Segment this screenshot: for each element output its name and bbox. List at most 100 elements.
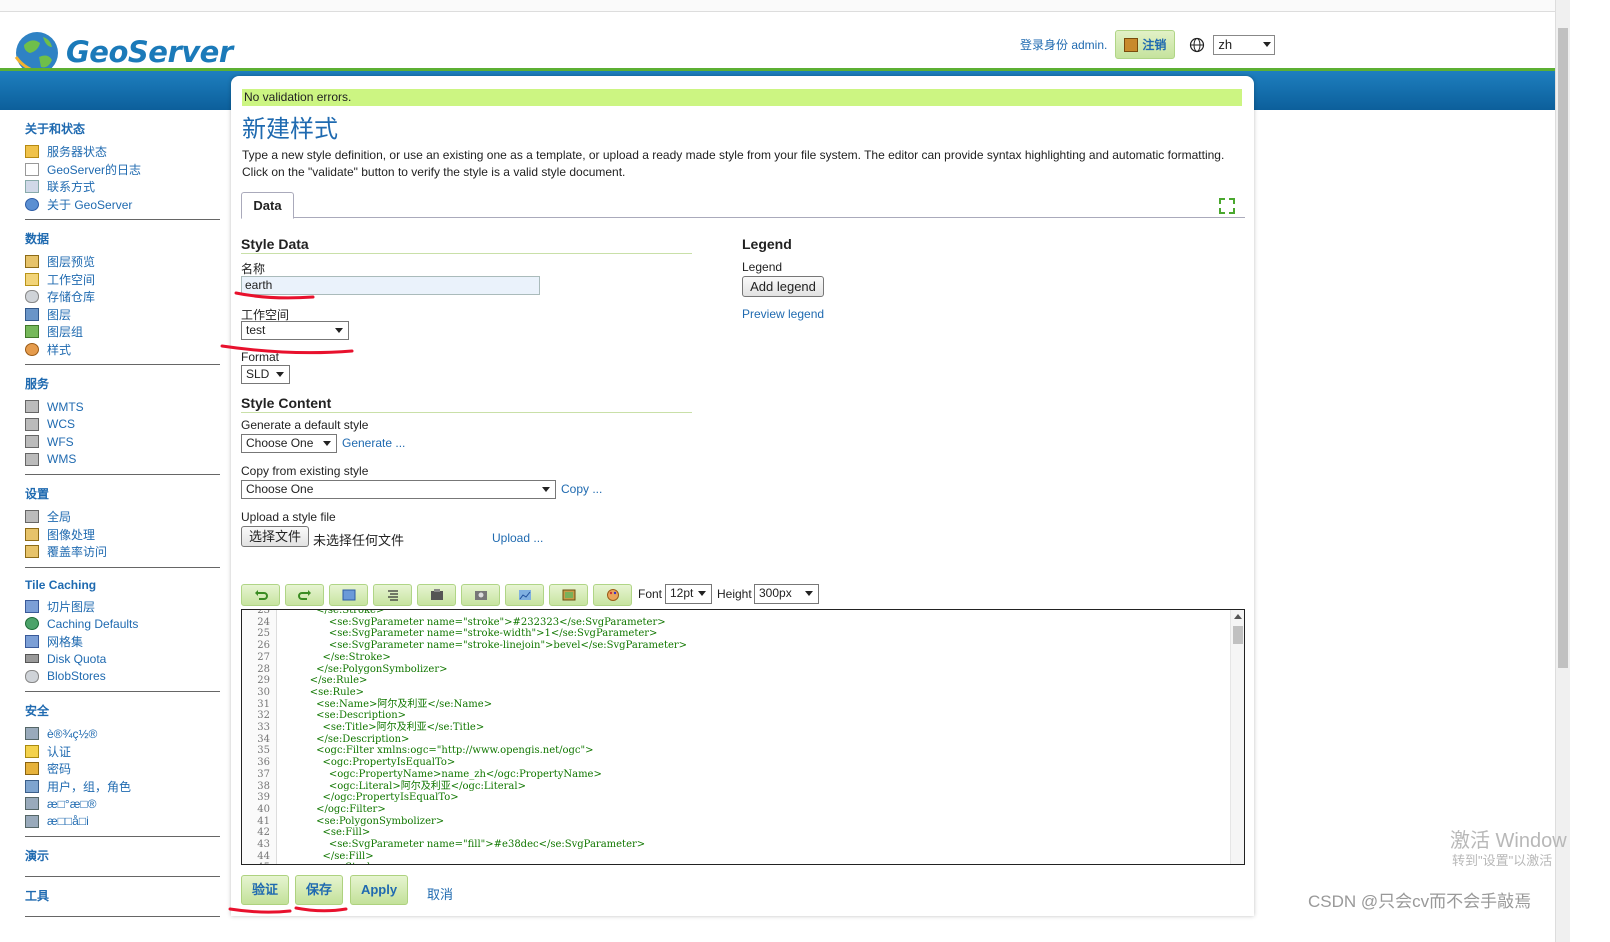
code-line: 24 <se:SvgParameter name="stroke">#23232… (242, 617, 665, 629)
sidebar-item-label: è®¾ç½® (47, 726, 98, 741)
sidebar-item-layer-preview[interactable]: 图层预览 (25, 253, 220, 271)
activation-watermark-subtitle: 转到"设置"以激活 (1452, 853, 1553, 868)
sidebar-item-global[interactable]: 全局 (25, 508, 220, 526)
sidebar-item-about[interactable]: 关于 GeoServer (25, 196, 220, 214)
sidebar-item-label: 网格集 (47, 634, 84, 649)
fullscreen-icon[interactable] (1219, 198, 1235, 214)
copy-style-select[interactable]: Choose One (241, 480, 556, 499)
scroll-up-icon[interactable] (1234, 614, 1242, 619)
code-text: <ogc:PropertyIsEqualTo> (278, 757, 456, 769)
line-number: 31 (257, 698, 270, 710)
goto-line-button[interactable] (329, 584, 368, 606)
lock-icon (25, 762, 39, 776)
sidebar-item-image-processing[interactable]: 图像处理 (25, 526, 220, 544)
goto-line-icon (342, 589, 356, 601)
sidebar-item-gridsets[interactable]: 网格集 (25, 633, 220, 651)
save-button[interactable]: 保存 (295, 875, 343, 905)
sidebar-section-title[interactable]: 工具 (25, 887, 220, 904)
sidebar-item-layers[interactable]: 图层 (25, 306, 220, 324)
scrollbar-thumb[interactable] (1558, 28, 1568, 668)
sidebar-section-tools[interactable]: 工具 (25, 887, 220, 917)
picture-button[interactable] (549, 584, 588, 606)
editor-scrollbar[interactable] (1230, 610, 1244, 864)
copy-link[interactable]: Copy ... (561, 482, 602, 496)
sidebar-item-caching-defaults[interactable]: Caching Defaults (25, 615, 220, 633)
tab-data[interactable]: Data (241, 192, 294, 219)
choose-file-button[interactable]: 选择文件 (241, 526, 309, 547)
server-icon (25, 435, 39, 449)
sidebar-item-workspaces[interactable]: 工作空间 (25, 271, 220, 289)
name-input[interactable]: earth (241, 276, 540, 295)
preview-legend-link[interactable]: Preview legend (742, 307, 824, 321)
generate-link[interactable]: Generate ... (342, 436, 405, 450)
help-icon (25, 197, 39, 211)
line-number: 45 (242, 862, 270, 864)
image-button[interactable] (461, 584, 500, 606)
document-icon (25, 162, 39, 176)
line-number: 25 (257, 628, 270, 640)
sidebar-item-disk-quota[interactable]: Disk Quota (25, 650, 220, 668)
legend-label: Legend (742, 260, 783, 274)
upload-link[interactable]: Upload ... (492, 531, 543, 545)
sidebar-item-layer-groups[interactable]: 图层组 (25, 323, 220, 341)
logout-button[interactable]: 注销 (1115, 30, 1176, 59)
browser-strip (0, 0, 1555, 12)
workspace-select[interactable]: test (241, 321, 349, 340)
sidebar-item-label: Disk Quota (47, 651, 107, 666)
logout-icon (1124, 37, 1139, 52)
apply-button[interactable]: Apply (350, 875, 408, 905)
sidebar-item-styles[interactable]: 样式 (25, 341, 220, 359)
sidebar-item-security-settings[interactable]: è®¾ç½® (25, 725, 220, 743)
code-text: </ogc:Filter> (278, 803, 386, 815)
style-code-editor[interactable]: 23 </se:Stroke> 24 <se:SvgParameter name=… (241, 609, 1245, 865)
language-select[interactable]: zh (1213, 34, 1276, 55)
reformat-button[interactable] (373, 584, 412, 606)
cancel-link[interactable]: 取消 (427, 884, 453, 903)
editor-scrollbar-thumb[interactable] (1233, 626, 1243, 644)
sidebar-item-contact[interactable]: 联系方式 (25, 178, 220, 196)
chart-button[interactable] (505, 584, 544, 606)
undo-button[interactable] (241, 584, 280, 606)
sidebar-item-label: 用户，组，角色 (47, 779, 132, 794)
sidebar-item-stores[interactable]: 存储仓库 (25, 288, 220, 306)
brand-name: GeoServer (66, 35, 233, 69)
line-number: 37 (257, 768, 270, 780)
sidebar-item-wmts[interactable]: WMTS (25, 398, 220, 416)
color-picker-button[interactable] (417, 584, 456, 606)
sidebar-item-logs[interactable]: GeoServer的日志 (25, 161, 220, 179)
redo-button[interactable] (285, 584, 324, 606)
sidebar-item-server-status[interactable]: 服务器状态 (25, 143, 220, 161)
sidebar-item-label: WCS (47, 417, 75, 432)
sidebar-section-demos[interactable]: 演示 (25, 847, 220, 877)
font-size-select[interactable]: 12pt (665, 584, 712, 604)
add-legend-button[interactable]: Add legend (742, 276, 824, 297)
shield-icon (25, 744, 39, 758)
sidebar-item-blobstores[interactable]: BlobStores (25, 668, 220, 686)
map-icon (25, 545, 39, 559)
generate-style-select[interactable]: Choose One (241, 434, 337, 453)
sidebar-section-title[interactable]: 演示 (25, 847, 220, 864)
code-text: <se:Rule> (278, 686, 365, 698)
color-picker-icon (431, 589, 443, 600)
palette-button[interactable] (593, 584, 632, 606)
sidebar-item-tile-layers[interactable]: 切片图层 (25, 598, 220, 616)
sidebar-item-wms[interactable]: WMS (25, 451, 220, 469)
editor-height-select[interactable]: 300px (754, 584, 819, 604)
login-area: 登录身份 admin. 注销 zh (1020, 30, 1276, 59)
sidebar-item-data-security[interactable]: æ□°æ□® (25, 795, 220, 813)
sidebar-item-label: GeoServer的日志 (47, 162, 142, 177)
validate-button[interactable]: 验证 (241, 875, 289, 905)
code-line: 44 </se:Fill> (242, 850, 373, 863)
sidebar-item-wcs[interactable]: WCS (25, 416, 220, 434)
sidebar-item-users-groups-roles[interactable]: 用户，组，角色 (25, 778, 220, 796)
generate-style-value: Choose One (246, 436, 314, 450)
line-number: 44 (257, 850, 270, 862)
sidebar-item-passwords[interactable]: 密码 (25, 760, 220, 778)
sidebar-item-authentication[interactable]: 认证 (25, 743, 220, 761)
sidebar-item-service-security[interactable]: æ□□å□i (25, 813, 220, 831)
sidebar-item-coverage-access[interactable]: 覆盖率访问 (25, 543, 220, 561)
format-select[interactable]: SLD (241, 365, 290, 384)
page-scrollbar[interactable] (1555, 0, 1570, 942)
map-icon (25, 527, 39, 541)
sidebar-item-wfs[interactable]: WFS (25, 433, 220, 451)
